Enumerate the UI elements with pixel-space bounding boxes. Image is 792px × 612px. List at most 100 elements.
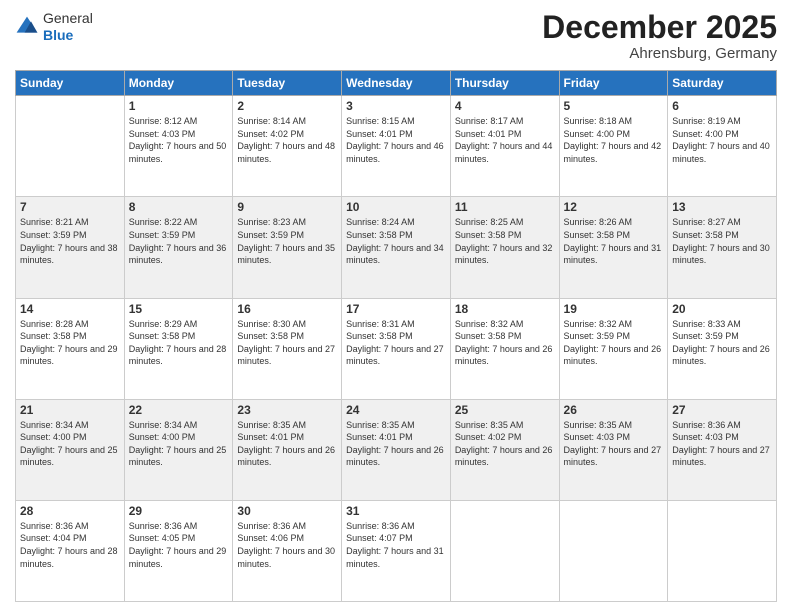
calendar-week-1: 1 Sunrise: 8:12 AMSunset: 4:03 PMDaylight…: [16, 96, 777, 197]
page-container: General Blue December 2025 Ahrensburg, G…: [0, 0, 792, 612]
day-info: Sunrise: 8:36 AMSunset: 4:05 PMDaylight:…: [129, 520, 229, 570]
calendar-cell: 7 Sunrise: 8:21 AMSunset: 3:59 PMDaylight…: [16, 197, 125, 298]
day-info: Sunrise: 8:14 AMSunset: 4:02 PMDaylight:…: [237, 115, 337, 165]
calendar-cell: 24Sunrise: 8:35 AMSunset: 4:01 PMDayligh…: [342, 399, 451, 500]
calendar-cell: 17 Sunrise: 8:31 AMSunset: 3:58 PMDayligh…: [342, 298, 451, 399]
calendar-cell: 12 Sunrise: 8:26 AMSunset: 3:58 PMDayligh…: [559, 197, 668, 298]
day-info: Sunrise: 8:28 AMSunset: 3:58 PMDaylight:…: [20, 318, 120, 368]
day-info: Sunrise: 8:23 AMSunset: 3:59 PMDaylight:…: [237, 216, 337, 266]
day-number: 31: [346, 504, 446, 518]
calendar-header-wednesday: Wednesday: [342, 71, 451, 96]
calendar-cell: 30 Sunrise: 8:36 AMSunset: 4:06 PMDayligh…: [233, 500, 342, 601]
calendar-header-row: SundayMondayTuesdayWednesdayThursdayFrid…: [16, 71, 777, 96]
day-number: 21: [20, 403, 120, 417]
day-number: 29: [129, 504, 229, 518]
logo: General Blue: [15, 10, 93, 44]
calendar-cell: 31 Sunrise: 8:36 AMSunset: 4:07 PMDayligh…: [342, 500, 451, 601]
calendar-week-5: 28 Sunrise: 8:36 AMSunset: 4:04 PMDayligh…: [16, 500, 777, 601]
day-number: 2: [237, 99, 337, 113]
calendar-week-3: 14 Sunrise: 8:28 AMSunset: 3:58 PMDayligh…: [16, 298, 777, 399]
day-number: 12: [564, 200, 664, 214]
calendar-header-saturday: Saturday: [668, 71, 777, 96]
title-block: December 2025 Ahrensburg, Germany: [542, 10, 777, 62]
month-title: December 2025: [542, 10, 777, 45]
calendar-cell: [559, 500, 668, 601]
day-number: 7: [20, 200, 120, 214]
day-info: Sunrise: 8:17 AMSunset: 4:01 PMDaylight:…: [455, 115, 555, 165]
calendar-header-sunday: Sunday: [16, 71, 125, 96]
day-number: 24: [346, 403, 446, 417]
calendar-cell: 29 Sunrise: 8:36 AMSunset: 4:05 PMDayligh…: [124, 500, 233, 601]
day-info: Sunrise: 8:36 AMSunset: 4:04 PMDaylight:…: [20, 520, 120, 570]
day-number: 23: [237, 403, 337, 417]
calendar-cell: 22Sunrise: 8:34 AMSunset: 4:00 PMDayligh…: [124, 399, 233, 500]
calendar-cell: 9 Sunrise: 8:23 AMSunset: 3:59 PMDaylight…: [233, 197, 342, 298]
calendar-cell: [668, 500, 777, 601]
calendar-cell: 8 Sunrise: 8:22 AMSunset: 3:59 PMDaylight…: [124, 197, 233, 298]
day-info: Sunrise: 8:30 AMSunset: 3:58 PMDaylight:…: [237, 318, 337, 368]
day-info: Sunrise: 8:12 AMSunset: 4:03 PMDaylight:…: [129, 115, 229, 165]
day-number: 19: [564, 302, 664, 316]
day-number: 15: [129, 302, 229, 316]
day-number: 17: [346, 302, 446, 316]
calendar-cell: 16 Sunrise: 8:30 AMSunset: 3:58 PMDayligh…: [233, 298, 342, 399]
day-info: Sunrise: 8:29 AMSunset: 3:58 PMDaylight:…: [129, 318, 229, 368]
day-number: 22: [129, 403, 229, 417]
day-number: 10: [346, 200, 446, 214]
day-info: Sunrise: 8:26 AMSunset: 3:58 PMDaylight:…: [564, 216, 664, 266]
calendar-cell: 5Sunrise: 8:18 AMSunset: 4:00 PMDaylight…: [559, 96, 668, 197]
calendar-cell: 28 Sunrise: 8:36 AMSunset: 4:04 PMDayligh…: [16, 500, 125, 601]
calendar-cell: 19 Sunrise: 8:32 AMSunset: 3:59 PMDayligh…: [559, 298, 668, 399]
day-number: 9: [237, 200, 337, 214]
day-number: 30: [237, 504, 337, 518]
day-number: 16: [237, 302, 337, 316]
day-number: 8: [129, 200, 229, 214]
day-number: 28: [20, 504, 120, 518]
day-info: Sunrise: 8:34 AMSunset: 4:00 PMDaylight:…: [20, 419, 120, 469]
calendar-cell: 15 Sunrise: 8:29 AMSunset: 3:58 PMDayligh…: [124, 298, 233, 399]
day-info: Sunrise: 8:15 AMSunset: 4:01 PMDaylight:…: [346, 115, 446, 165]
calendar-cell: 11Sunrise: 8:25 AMSunset: 3:58 PMDayligh…: [450, 197, 559, 298]
logo-blue: Blue: [43, 27, 73, 43]
page-header: General Blue December 2025 Ahrensburg, G…: [15, 10, 777, 62]
day-info: Sunrise: 8:22 AMSunset: 3:59 PMDaylight:…: [129, 216, 229, 266]
calendar-cell: 14 Sunrise: 8:28 AMSunset: 3:58 PMDayligh…: [16, 298, 125, 399]
calendar-cell: 10 Sunrise: 8:24 AMSunset: 3:58 PMDayligh…: [342, 197, 451, 298]
logo-text: General Blue: [43, 10, 93, 44]
logo-icon: [15, 15, 39, 39]
day-number: 25: [455, 403, 555, 417]
day-number: 18: [455, 302, 555, 316]
calendar-week-2: 7 Sunrise: 8:21 AMSunset: 3:59 PMDaylight…: [16, 197, 777, 298]
calendar-cell: [450, 500, 559, 601]
calendar-header-thursday: Thursday: [450, 71, 559, 96]
day-info: Sunrise: 8:35 AMSunset: 4:02 PMDaylight:…: [455, 419, 555, 469]
calendar-cell: 23 Sunrise: 8:35 AMSunset: 4:01 PMDayligh…: [233, 399, 342, 500]
calendar-cell: [16, 96, 125, 197]
day-number: 1: [129, 99, 229, 113]
day-number: 5: [564, 99, 664, 113]
day-info: Sunrise: 8:31 AMSunset: 3:58 PMDaylight:…: [346, 318, 446, 368]
day-info: Sunrise: 8:32 AMSunset: 3:58 PMDaylight:…: [455, 318, 555, 368]
calendar-header-friday: Friday: [559, 71, 668, 96]
day-number: 14: [20, 302, 120, 316]
day-info: Sunrise: 8:24 AMSunset: 3:58 PMDaylight:…: [346, 216, 446, 266]
day-number: 27: [672, 403, 772, 417]
calendar-header-monday: Monday: [124, 71, 233, 96]
day-number: 13: [672, 200, 772, 214]
day-info: Sunrise: 8:19 AMSunset: 4:00 PMDaylight:…: [672, 115, 772, 165]
day-info: Sunrise: 8:36 AMSunset: 4:07 PMDaylight:…: [346, 520, 446, 570]
day-info: Sunrise: 8:35 AMSunset: 4:01 PMDaylight:…: [237, 419, 337, 469]
day-info: Sunrise: 8:21 AMSunset: 3:59 PMDaylight:…: [20, 216, 120, 266]
calendar-cell: 21 Sunrise: 8:34 AMSunset: 4:00 PMDayligh…: [16, 399, 125, 500]
day-info: Sunrise: 8:36 AMSunset: 4:06 PMDaylight:…: [237, 520, 337, 570]
calendar-cell: 25 Sunrise: 8:35 AMSunset: 4:02 PMDayligh…: [450, 399, 559, 500]
logo-general: General: [43, 10, 93, 26]
day-info: Sunrise: 8:35 AMSunset: 4:03 PMDaylight:…: [564, 419, 664, 469]
day-info: Sunrise: 8:33 AMSunset: 3:59 PMDaylight:…: [672, 318, 772, 368]
calendar-cell: 4Sunrise: 8:17 AMSunset: 4:01 PMDaylight…: [450, 96, 559, 197]
calendar-header-tuesday: Tuesday: [233, 71, 342, 96]
calendar-cell: 20Sunrise: 8:33 AMSunset: 3:59 PMDayligh…: [668, 298, 777, 399]
day-info: Sunrise: 8:32 AMSunset: 3:59 PMDaylight:…: [564, 318, 664, 368]
calendar-week-4: 21 Sunrise: 8:34 AMSunset: 4:00 PMDayligh…: [16, 399, 777, 500]
calendar-cell: 1 Sunrise: 8:12 AMSunset: 4:03 PMDaylight…: [124, 96, 233, 197]
